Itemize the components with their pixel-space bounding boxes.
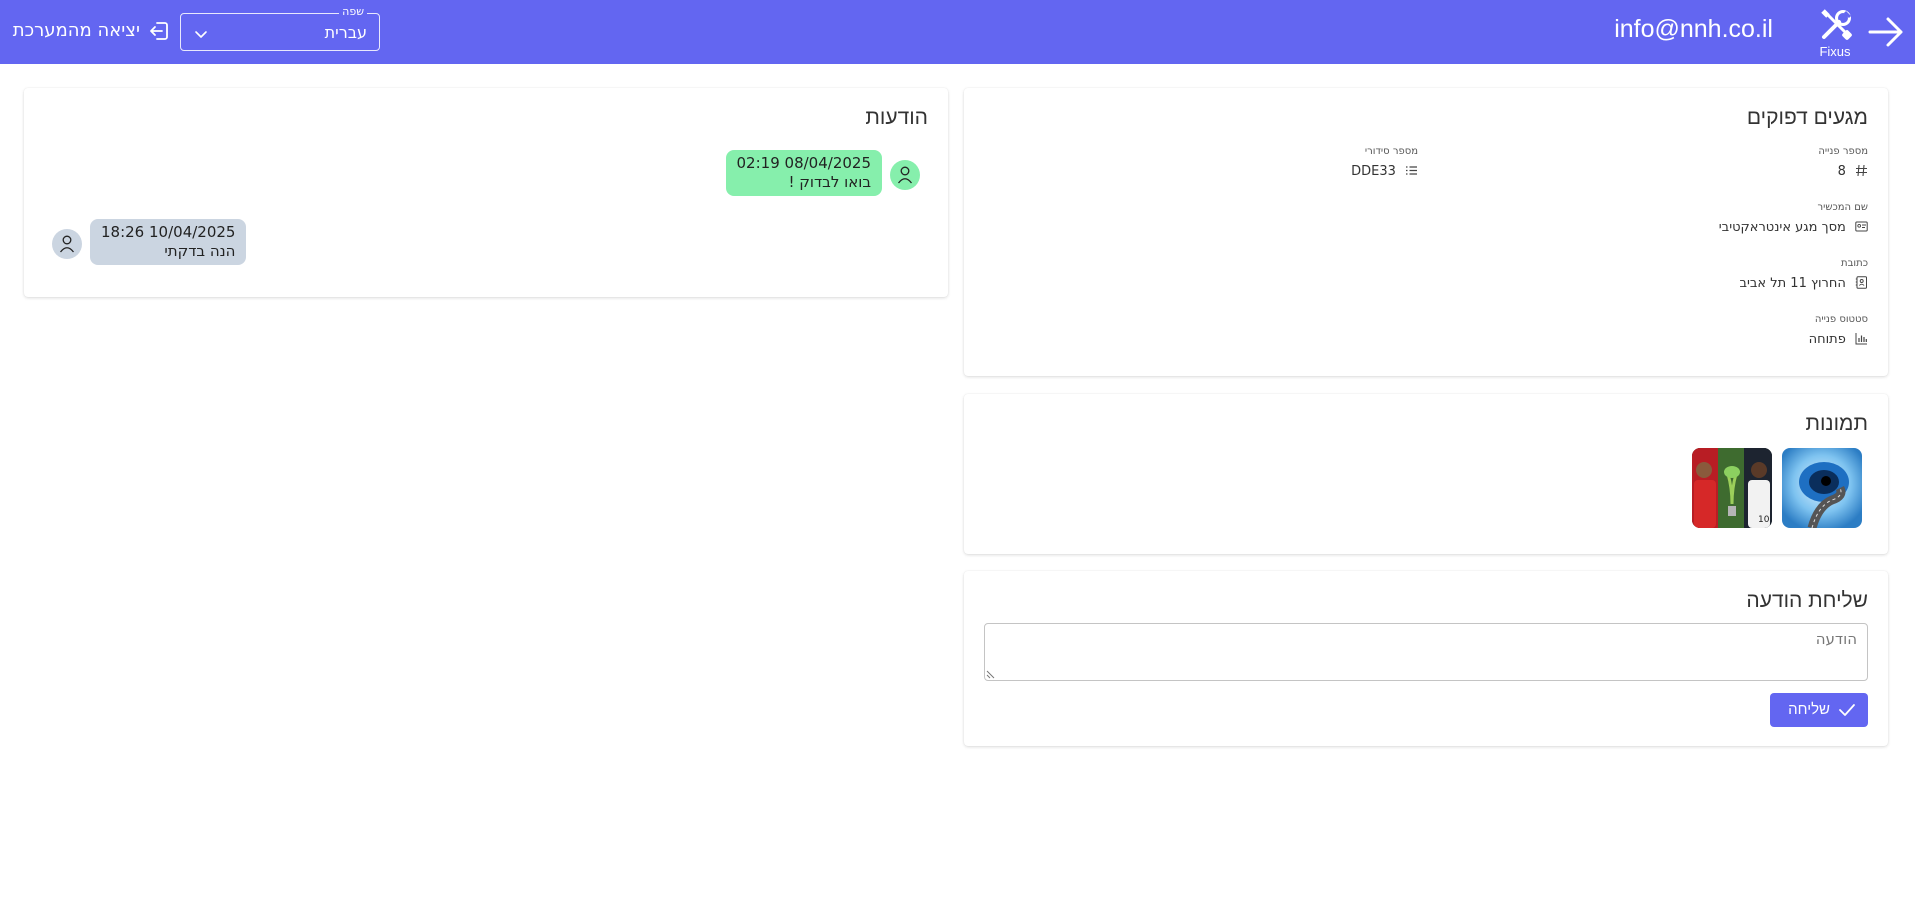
- user-email: info@nnh.co.il: [1614, 15, 1773, 43]
- field-value: מסך מגע אינטראקטיבי: [1718, 220, 1846, 235]
- bar-chart-icon: [1855, 333, 1867, 345]
- message-date: 10/04/2025 18:26: [101, 223, 236, 241]
- address-book-icon: [1855, 276, 1867, 289]
- field-label: כתובת: [1841, 258, 1868, 269]
- tools-icon: [1821, 9, 1852, 40]
- field-label: מספר פנייה: [1818, 146, 1868, 157]
- logo-text: Fixus: [1819, 44, 1851, 59]
- arrow-right-icon[interactable]: [1866, 12, 1906, 52]
- send-button-label: שליחה: [1788, 701, 1830, 718]
- message-input[interactable]: [984, 623, 1868, 681]
- field-label: סטטוס פנייה: [1814, 314, 1868, 325]
- avatar: [52, 229, 82, 259]
- chevron-down-icon: [195, 31, 207, 38]
- list-icon: [1406, 166, 1417, 175]
- send-button[interactable]: שליחה: [1770, 693, 1868, 727]
- images-title: תמונות: [1805, 412, 1868, 435]
- message-text: הנה בדקתי: [164, 242, 236, 260]
- logout-button[interactable]: יציאה מהמערכת: [10, 18, 170, 44]
- send-title: שליחת הודעה: [1746, 589, 1868, 612]
- svg-text:10: 10: [1758, 515, 1770, 525]
- language-select[interactable]: שפה עברית: [180, 5, 380, 51]
- logout-icon: [150, 22, 168, 40]
- id-card-icon: [1855, 221, 1868, 232]
- message-bubble: 10/04/2025 18:26 הנה בדקתי: [90, 219, 247, 265]
- images-card: תמונות 10: [964, 394, 1888, 554]
- ticket-details-card: מגעים דפוקים מספר פנייה 8 מספר סידורי DD…: [964, 88, 1888, 376]
- field-serial-number: מספר סידורי DDE33: [1351, 145, 1418, 180]
- football-players-trophy-image[interactable]: 10: [1692, 448, 1772, 528]
- fixus-logo: Fixus: [1810, 6, 1860, 60]
- field-status: סטטוס פנייה פתוחה: [1809, 313, 1868, 348]
- field-label: שם המכשיר: [1817, 202, 1868, 213]
- field-value: פתוחה: [1808, 332, 1846, 347]
- language-select-label: שפה: [339, 5, 367, 19]
- blue-eye-road-image[interactable]: [1782, 448, 1862, 528]
- field-value: DDE33: [1351, 164, 1396, 179]
- user-icon: [59, 235, 75, 253]
- message-item: 10/04/2025 18:26 הנה בדקתי: [24, 88, 948, 288]
- field-ticket-number: מספר פנייה 8: [1818, 145, 1868, 180]
- field-address: כתובת החרוץ 11 תל אביב: [1739, 257, 1868, 292]
- ticket-title: מגעים דפוקים: [1746, 106, 1868, 129]
- field-label: מספר סידורי: [1364, 146, 1418, 157]
- logout-label: יציאה מהמערכת: [12, 20, 140, 41]
- resize-grip-icon[interactable]: [986, 670, 995, 679]
- field-device-name: שם המכשיר מסך מגע אינטראקטיבי: [1719, 201, 1868, 236]
- top-app-bar: Fixus info@nnh.co.il שפה עברית יציאה מהמ…: [0, 0, 1915, 64]
- hash-icon: [1856, 164, 1867, 177]
- field-value: החרוץ 11 תל אביב: [1739, 276, 1846, 291]
- check-icon: [1839, 704, 1855, 716]
- field-value: 8: [1837, 164, 1846, 179]
- send-message-card: שליחת הודעה שליחה: [964, 571, 1888, 746]
- messages-card: הודעות 08/04/2025 02:19 בואו לבדוק ! 10/…: [24, 88, 948, 297]
- language-select-value: עברית: [324, 23, 367, 42]
